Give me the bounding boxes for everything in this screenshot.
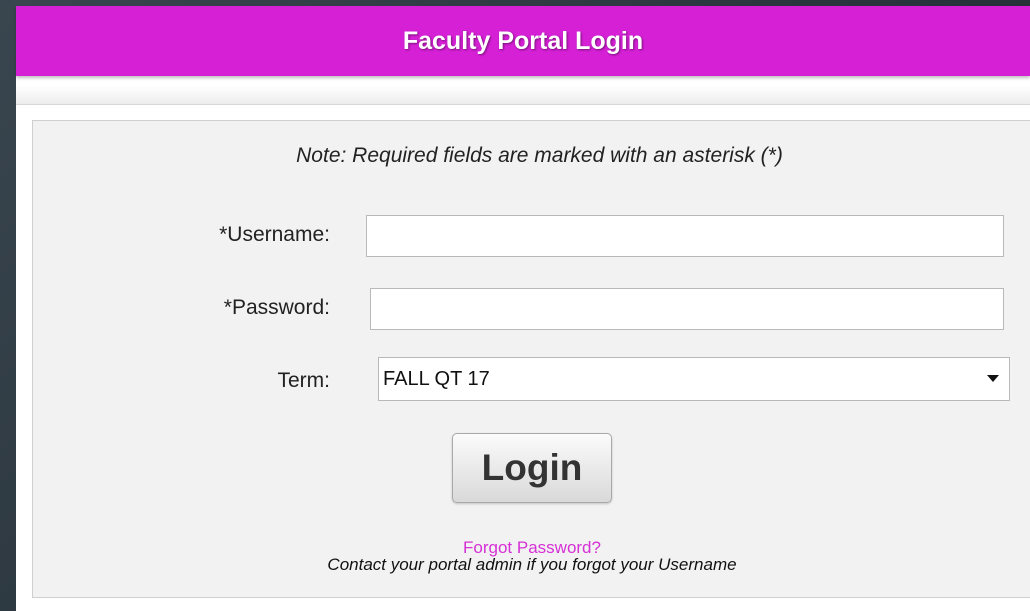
username-input[interactable] xyxy=(366,215,1004,257)
password-input[interactable] xyxy=(370,288,1004,330)
contact-admin-note: Contact your portal admin if you forgot … xyxy=(327,555,737,574)
term-select[interactable]: FALL QT 17 xyxy=(378,357,1010,401)
login-button[interactable]: Login xyxy=(452,433,612,503)
required-fields-note: Note: Required fields are marked with an… xyxy=(296,144,783,167)
chevron-down-icon xyxy=(987,375,999,382)
page-title: Faculty Portal Login xyxy=(402,26,644,55)
password-label: *Password: xyxy=(223,296,330,319)
header-divider xyxy=(16,86,1030,105)
username-label: *Username: xyxy=(219,223,330,246)
term-label: Term: xyxy=(277,369,331,392)
portal-header: Faculty Portal Login xyxy=(16,6,1030,76)
term-selected-value: FALL QT 17 xyxy=(383,367,490,390)
